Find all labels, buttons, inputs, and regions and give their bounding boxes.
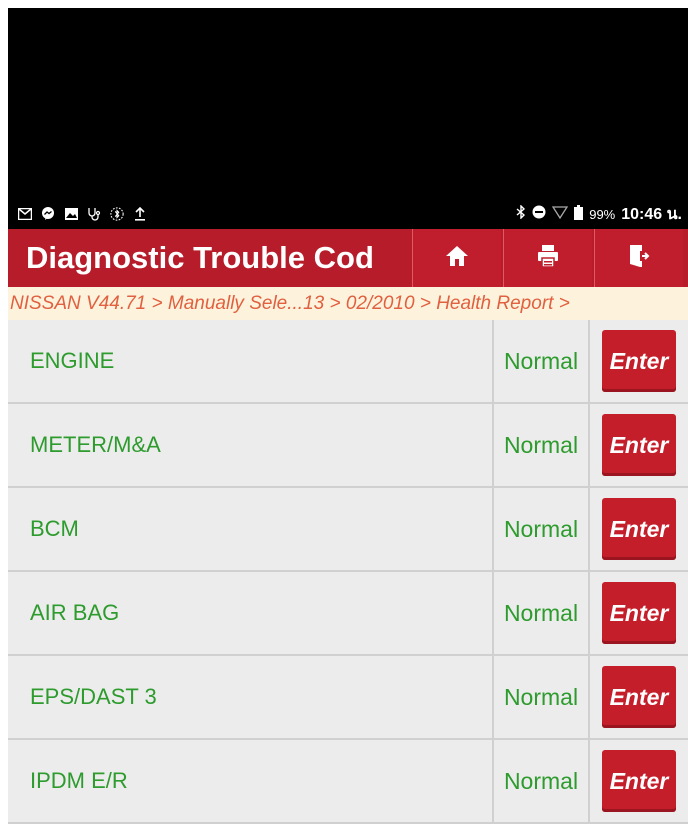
table-row: IPDM E/R Normal Enter [8,740,688,824]
exit-button[interactable] [594,229,683,287]
top-black-area [8,8,688,229]
breadcrumb: NISSAN V44.71 > Manually Sele...13 > 02/… [8,287,688,320]
battery-percent: 99% [589,206,616,222]
home-icon [445,245,469,272]
enter-button[interactable]: Enter [602,666,676,728]
system-status: 99% 10:46 น. [516,202,682,227]
system-list: ENGINE Normal Enter METER/M&A Normal Ent… [8,320,688,824]
bluetooth-settings-icon [110,207,124,221]
status-bar: 99% 10:46 น. [8,199,688,229]
system-name: IPDM E/R [8,740,494,822]
page-title: Diagnostic Trouble Cod [26,240,374,275]
system-status: Normal [494,488,590,570]
system-status: Normal [494,656,590,738]
enter-button[interactable]: Enter [602,330,676,392]
system-status: Normal [494,404,590,486]
clock: 10:46 น. [621,205,682,223]
exit-icon [628,244,650,273]
title-bar: Diagnostic Trouble Cod [8,229,688,287]
enter-button[interactable]: Enter [602,582,676,644]
printer-icon [536,244,560,273]
messenger-icon [41,207,55,221]
bluetooth-icon [516,204,526,223]
table-row: BCM Normal Enter [8,488,688,572]
table-row: EPS/DAST 3 Normal Enter [8,656,688,740]
notification-icons [18,207,147,221]
enter-button[interactable]: Enter [602,498,676,560]
system-name: METER/M&A [8,404,494,486]
stethoscope-icon [87,207,101,221]
system-name: ENGINE [8,320,494,402]
print-button[interactable] [503,229,592,287]
enter-button[interactable]: Enter [602,414,676,476]
table-row: METER/M&A Normal Enter [8,404,688,488]
system-name: AIR BAG [8,572,494,654]
home-button[interactable] [412,229,501,287]
system-status: Normal [494,740,590,822]
system-name: EPS/DAST 3 [8,656,494,738]
upload-icon [133,207,147,221]
wifi-icon [552,205,569,223]
table-row: AIR BAG Normal Enter [8,572,688,656]
do-not-disturb-icon [532,205,546,223]
system-status: Normal [494,572,590,654]
gmail-icon [18,207,32,221]
system-status: Normal [494,320,590,402]
gallery-icon [64,207,78,221]
battery-icon [574,204,584,224]
enter-button[interactable]: Enter [602,750,676,812]
table-row: ENGINE Normal Enter [8,320,688,404]
system-name: BCM [8,488,494,570]
